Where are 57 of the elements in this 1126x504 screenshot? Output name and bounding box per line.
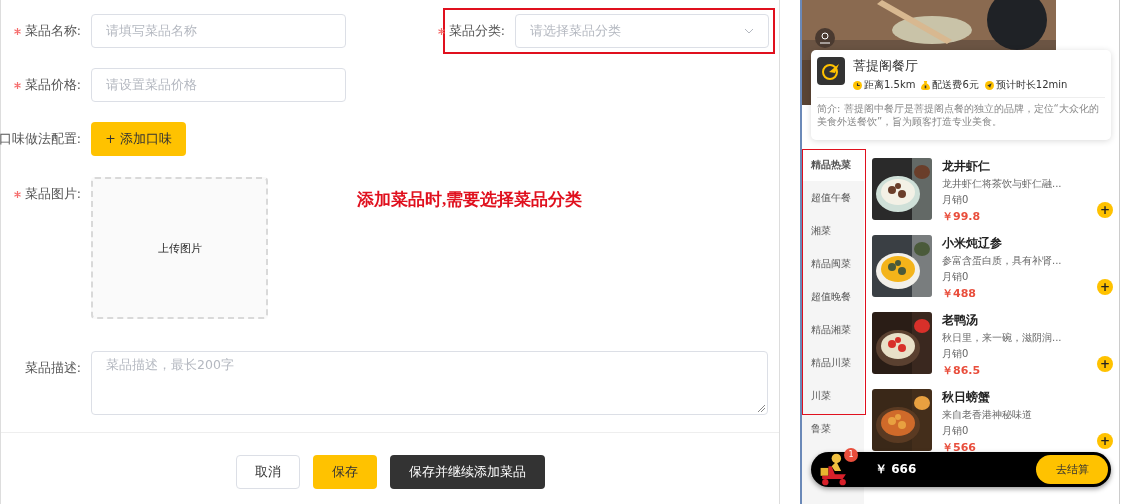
category-item[interactable]: 精品湘菜: [802, 313, 864, 346]
add-button[interactable]: +: [1097, 433, 1113, 449]
add-button[interactable]: +: [1097, 279, 1113, 295]
shop-intro: 简介: 菩提阁中餐厅是菩提阁点餐的独立的品牌，定位“大众化的美食外送餐饮”，旨为顾客打造专业美食。: [817, 102, 1100, 128]
category-item[interactable]: 精品热菜: [802, 148, 864, 181]
shop-name: 菩提阁餐厅: [853, 57, 919, 75]
send-icon: [984, 80, 994, 90]
dish-description: 来自老香港神秘味道: [942, 408, 1032, 422]
dish-name: 老鸭汤: [942, 312, 979, 329]
money-bag-icon: [921, 80, 931, 90]
dish-sales: 月销0: [942, 193, 970, 207]
dish-name: 龙井虾仁: [942, 158, 991, 175]
cart-total: ￥ 666: [875, 461, 917, 478]
category-item[interactable]: 超值午餐: [802, 181, 864, 214]
shop-info: 距离1.5km: [853, 78, 916, 92]
dish-price: ￥566: [942, 440, 977, 455]
dish-description: 秋日里，来一碗，滋阴润...: [942, 331, 1062, 345]
category-item[interactable]: 川菜: [802, 379, 864, 412]
category-item[interactable]: 超值晚餐: [802, 280, 864, 313]
dish-sales: 月销0: [942, 347, 970, 361]
field-label: 菜品描述:: [24, 359, 81, 377]
add-flavor-button[interactable]: + 添加口味: [91, 122, 186, 156]
shop-info: 配送费6元: [921, 78, 979, 92]
add-button[interactable]: +: [1097, 202, 1113, 218]
cancel-button[interactable]: 取消: [235, 455, 300, 489]
resize-handle-icon: [758, 405, 765, 412]
dish-name: 秋日螃蟹: [942, 389, 991, 406]
dish-description: 参富含蛋白质，具有补肾...: [942, 254, 1062, 268]
cart-count-badge: 1: [844, 448, 858, 462]
logo-icon: [817, 57, 845, 85]
clock-icon: [853, 80, 862, 90]
chevron-down-icon: [744, 28, 754, 34]
dish-sales: 月销0: [942, 270, 970, 284]
save-button[interactable]: 保存: [312, 455, 377, 489]
dish-price: ￥99.8: [942, 209, 982, 224]
dish-description: 龙井虾仁将茶饮与虾仁融...: [942, 177, 1062, 191]
dish-price: ￥86.5: [942, 363, 982, 378]
dish-name: 小米炖辽参: [942, 235, 1003, 252]
user-icon[interactable]: [815, 28, 835, 48]
field-label: 菜品分类:: [448, 22, 505, 40]
shop-info: 预计时长12min: [984, 78, 1068, 92]
category-item[interactable]: 湘菜: [802, 214, 864, 247]
annotation-text: 添加菜品时,需要选择菜品分类: [357, 189, 583, 211]
save-button[interactable]: 保存并继续添加菜品: [389, 455, 545, 489]
category-item[interactable]: 精品闽菜: [802, 247, 864, 280]
category-item[interactable]: 鲁菜: [802, 412, 864, 445]
field-label: 菜品图片:: [24, 185, 81, 203]
category-item[interactable]: 精品川菜: [802, 346, 864, 379]
delivery-rider-drawing: [819, 452, 849, 487]
dish-sales: 月销0: [942, 424, 970, 438]
dish-price: ￥488: [942, 286, 977, 301]
checkout-button[interactable]: 去结算: [1036, 455, 1108, 484]
add-button[interactable]: +: [1097, 356, 1113, 372]
field-label: 口味做法配置:: [0, 130, 81, 148]
field-label: 菜品价格:: [24, 76, 81, 94]
upload-area[interactable]: 上传图片: [91, 177, 268, 319]
field-label: 菜品名称:: [24, 22, 81, 40]
